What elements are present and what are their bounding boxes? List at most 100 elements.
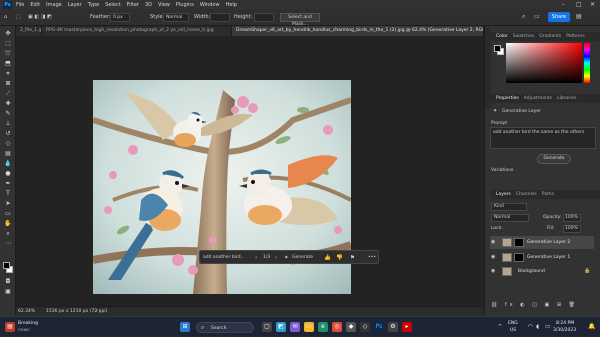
path-select-tool-icon[interactable]: ➤: [3, 200, 13, 208]
tab-channels[interactable]: Channels: [516, 192, 537, 197]
rectangle-tool-icon[interactable]: ▭: [3, 210, 13, 218]
pen-tool-icon[interactable]: ✒: [3, 180, 13, 188]
menu-type[interactable]: Type: [88, 2, 99, 8]
language-top[interactable]: ENG: [508, 321, 518, 326]
layer-name[interactable]: Background: [518, 269, 545, 274]
task-view-icon[interactable]: ▢: [262, 322, 272, 332]
foreground-swatch[interactable]: [494, 45, 501, 52]
battery-icon[interactable]: ▭: [545, 324, 550, 330]
taskbar-search-box[interactable]: ⌕ Search: [196, 322, 254, 333]
color-picker-field[interactable]: [506, 43, 582, 83]
tab-libraries[interactable]: Libraries: [557, 96, 576, 101]
opacity-input[interactable]: 100%: [563, 214, 581, 222]
lasso-tool-icon[interactable]: ➰: [3, 50, 13, 58]
layout-icon[interactable]: ▤: [576, 13, 582, 20]
healing-brush-tool-icon[interactable]: ✚: [3, 100, 13, 108]
menu-help[interactable]: Help: [226, 2, 237, 8]
menu-layer[interactable]: Layer: [68, 2, 82, 8]
tab-swatches[interactable]: Swatches: [513, 34, 535, 39]
layer-name[interactable]: Generative Layer 1: [527, 255, 570, 260]
thumbs-down-icon[interactable]: 👎: [336, 254, 343, 262]
chevron-right-icon[interactable]: ›: [96, 308, 98, 314]
thumbs-up-icon[interactable]: 👍: [324, 254, 331, 262]
gradient-tool-icon[interactable]: ▤: [3, 150, 13, 158]
layer-name[interactable]: Generative Layer 2: [527, 240, 570, 245]
artboard-tool-icon[interactable]: ⬚: [3, 40, 13, 48]
menu-select[interactable]: Select: [105, 2, 120, 8]
frame-tool-icon[interactable]: ⊠: [3, 80, 13, 88]
history-brush-tool-icon[interactable]: ↺: [3, 130, 13, 138]
photoshop-taskbar-icon[interactable]: Ps: [374, 322, 384, 332]
variations-label[interactable]: Variations: [491, 168, 513, 173]
tab-color[interactable]: Color: [496, 34, 508, 39]
height-input[interactable]: [254, 13, 274, 22]
wifi-icon[interactable]: ◠: [528, 324, 533, 330]
file-explorer-icon[interactable]: ▭: [304, 322, 314, 332]
dodge-tool-icon[interactable]: ●: [3, 170, 13, 178]
more-options-icon[interactable]: •••: [368, 254, 376, 262]
windows-start-icon[interactable]: ⊞: [180, 322, 190, 332]
tab-paths[interactable]: Paths: [542, 192, 554, 197]
screen-mode-icon[interactable]: ▣: [3, 288, 13, 296]
tab-properties[interactable]: Properties: [496, 96, 519, 101]
crop-tool-icon[interactable]: ⌗: [3, 70, 13, 78]
feather-input[interactable]: 0 px: [110, 13, 130, 22]
teams-chat-icon[interactable]: ✉: [290, 322, 300, 332]
menu-window[interactable]: Window: [200, 2, 220, 8]
style-select[interactable]: Normal: [163, 13, 189, 22]
tab-adjustments[interactable]: Adjustments: [524, 96, 552, 101]
eye-icon[interactable]: ◉: [491, 254, 495, 260]
brush-tool-icon[interactable]: ✎: [3, 110, 13, 118]
tab-document-1[interactable]: 2_file_1.jpg: [16, 26, 42, 36]
menu-edit[interactable]: Edit: [30, 2, 40, 8]
generate-button[interactable]: Generate: [292, 254, 313, 262]
move-tool-icon[interactable]: ✥: [3, 30, 13, 38]
minimize-icon[interactable]: –: [562, 1, 565, 8]
close-icon[interactable]: ✕: [590, 1, 595, 8]
settings-icon[interactable]: ⚙: [388, 322, 398, 332]
home-icon[interactable]: ⌂: [4, 14, 7, 20]
zoom-level[interactable]: 62.34%: [18, 309, 35, 314]
zoom-tool-icon[interactable]: ⌕: [3, 230, 13, 238]
tab-document-2[interactable]: RPG-4K masterpiece_high_resolution_photo…: [42, 26, 232, 36]
quick-mask-icon[interactable]: ◘: [3, 278, 13, 286]
edge-icon[interactable]: e: [318, 322, 328, 332]
tab-document-active[interactable]: DreamShaper_v6_art_by_hendrik_hondius_ch…: [232, 26, 484, 36]
store-icon[interactable]: ◆: [346, 322, 356, 332]
share-button[interactable]: Share: [548, 12, 570, 22]
chrome-icon[interactable]: ◎: [332, 322, 342, 332]
object-select-tool-icon[interactable]: ⬒: [3, 60, 13, 68]
menu-plugins[interactable]: Plugins: [176, 2, 194, 8]
hue-slider[interactable]: [584, 43, 590, 83]
layer-row[interactable]: ◉ Background 🔒: [490, 265, 594, 278]
news-icon[interactable]: ▤: [5, 322, 15, 332]
eye-icon[interactable]: ◉: [491, 268, 495, 274]
chevron-left-icon[interactable]: ‹: [255, 254, 257, 262]
hand-tool-icon[interactable]: ✋: [3, 220, 13, 228]
menu-filter[interactable]: Filter: [127, 2, 139, 8]
tab-gradients[interactable]: Gradients: [539, 34, 561, 39]
type-tool-icon[interactable]: T: [3, 190, 13, 198]
lock-icon[interactable]: 🔒: [584, 268, 590, 274]
app-red-icon[interactable]: ▸: [402, 322, 412, 332]
eyedropper-tool-icon[interactable]: ⟋: [3, 90, 13, 98]
more-tools-icon[interactable]: ⋯: [3, 240, 13, 248]
prompt-input[interactable]: add another bird...: [203, 254, 253, 262]
width-input[interactable]: [210, 13, 230, 22]
clone-stamp-tool-icon[interactable]: ⊥: [3, 120, 13, 128]
tray-chevron-icon[interactable]: ^: [498, 324, 502, 330]
layer-actions-icons[interactable]: ⛓ fx ◐ ◫ ▣ ⊞ 🗑: [491, 302, 578, 308]
volume-icon[interactable]: ◖: [536, 324, 539, 330]
widgets-icon[interactable]: ◩: [276, 322, 286, 332]
eye-icon[interactable]: ◉: [491, 239, 495, 245]
tab-layers[interactable]: Layers: [496, 192, 511, 197]
foreground-color-swatch[interactable]: [3, 262, 10, 269]
notification-icon[interactable]: 🔔: [588, 323, 595, 330]
app-icon[interactable]: ◇: [360, 322, 370, 332]
menu-image[interactable]: Image: [46, 2, 62, 8]
selection-mode-icons[interactable]: ▣ ◧ ◨ ◩: [28, 14, 52, 20]
layer-row[interactable]: ◉ Generative Layer 2: [490, 236, 594, 249]
tab-patterns[interactable]: Patterns: [566, 34, 585, 39]
layer-filter-kind[interactable]: Kind: [491, 203, 527, 211]
clock-time[interactable]: 8:24 PM: [556, 321, 574, 326]
